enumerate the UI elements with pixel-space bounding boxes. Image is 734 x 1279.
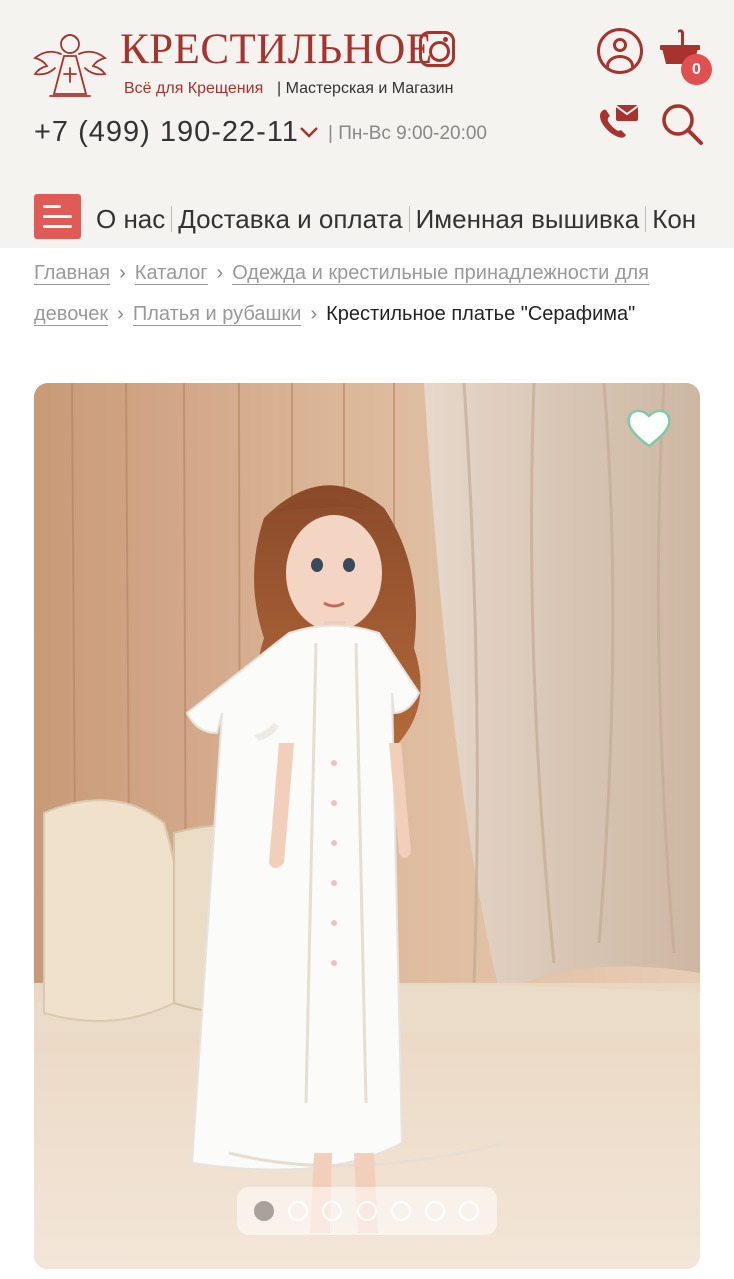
menu-icon[interactable] <box>34 194 81 239</box>
breadcrumb-catalog[interactable]: Каталог <box>134 262 208 285</box>
chevron-right-icon: › <box>310 303 318 325</box>
cart-count-badge[interactable]: 0 <box>681 54 712 85</box>
breadcrumb-dresses[interactable]: Платья и рубашки <box>132 303 302 326</box>
gallery-pagination <box>237 1187 497 1235</box>
user-icon[interactable] <box>597 28 643 74</box>
gallery-dot-6[interactable] <box>425 1201 445 1221</box>
gallery-dot-3[interactable] <box>322 1201 342 1221</box>
product-photo[interactable] <box>34 383 700 1269</box>
breadcrumb-current: Крестильное платье "Серафима" <box>326 303 636 325</box>
heart-icon[interactable] <box>625 406 673 450</box>
angel-logo-icon[interactable] <box>32 28 108 100</box>
breadcrumb: Главная › Каталог › Одежда и крестильные при… <box>34 253 714 335</box>
working-hours: | Пн-Вс 9:00-20:00 <box>328 123 487 144</box>
gallery-dot-7[interactable] <box>459 1201 479 1221</box>
nav-item-delivery[interactable]: Доставка и оплата <box>178 204 402 234</box>
tagline-secondary: | Мастерская и Магазин <box>277 80 454 97</box>
gallery-dot-5[interactable] <box>391 1201 411 1221</box>
main-nav: О нас Доставка и оплата Именная вышивка Кон <box>96 200 734 240</box>
search-icon[interactable] <box>660 102 704 146</box>
chevron-down-icon[interactable] <box>299 122 319 142</box>
breadcrumb-home[interactable]: Главная <box>34 262 111 285</box>
brand-title[interactable]: КРЕСТИЛЬНОЕ <box>120 26 433 74</box>
nav-item-embroidery[interactable]: Именная вышивка <box>416 204 640 234</box>
instagram-icon[interactable] <box>419 31 455 67</box>
gallery-dot-4[interactable] <box>357 1201 377 1221</box>
gallery-dot-1[interactable] <box>254 1201 274 1221</box>
nav-item-contacts[interactable]: Кон <box>652 204 696 234</box>
gallery-dot-2[interactable] <box>288 1201 308 1221</box>
tagline: Всё для Крещения <box>124 80 264 97</box>
chevron-right-icon: › <box>216 262 224 284</box>
chevron-right-icon: › <box>117 303 124 325</box>
chevron-right-icon: › <box>119 262 126 284</box>
nav-item-about[interactable]: О нас <box>96 204 165 234</box>
phone-number[interactable]: +7 (499) 190-22-11 <box>34 116 299 149</box>
callback-icon[interactable] <box>598 103 640 139</box>
